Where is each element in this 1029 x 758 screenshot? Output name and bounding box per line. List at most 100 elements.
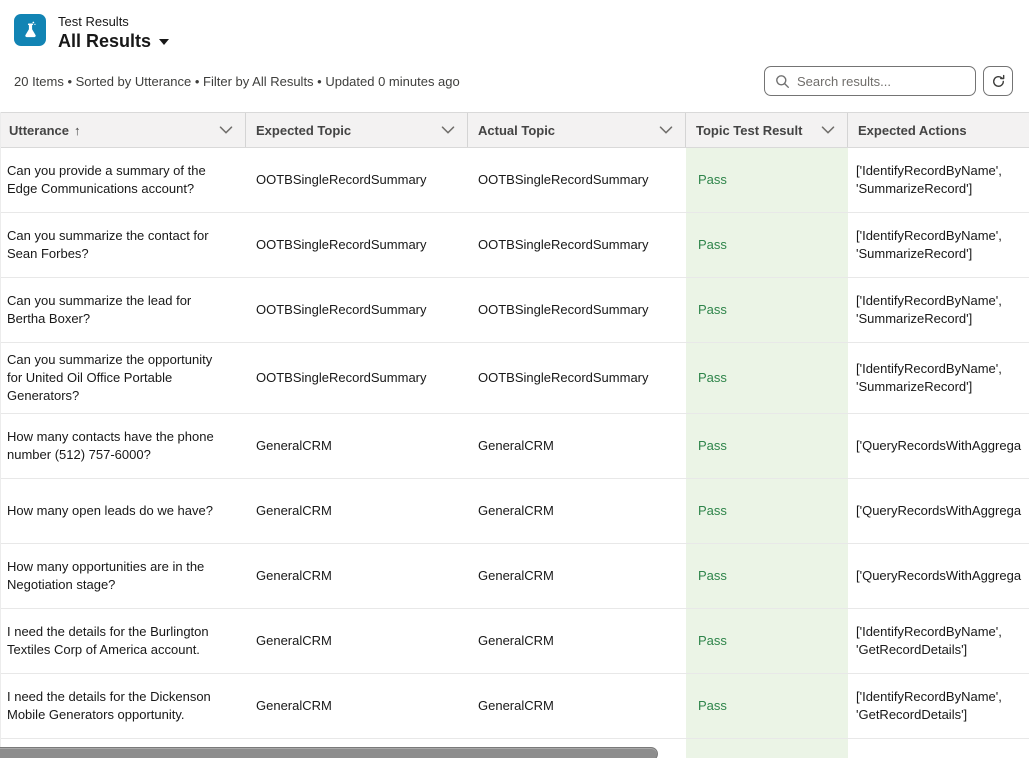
cell-text: GeneralCRM bbox=[478, 632, 554, 650]
expected-actions-cell: ['IdentifyRecordByName', 'SummarizeRecor… bbox=[848, 343, 1029, 413]
table-row: How many opportunities are in the Negoti… bbox=[1, 544, 1029, 609]
cell-text: GeneralCRM bbox=[478, 697, 554, 715]
chevron-down-icon[interactable] bbox=[219, 126, 233, 134]
cell-text: ['QueryRecordsWithAggrega bbox=[856, 502, 1021, 520]
cell-text: GeneralCRM bbox=[478, 502, 554, 520]
cell-text: OOTBSingleRecordSummary bbox=[256, 301, 427, 319]
cell-text: ['IdentifyRecordByName', 'SummarizeRecor… bbox=[856, 292, 1029, 328]
column-header-expected-actions[interactable]: Expected Actions bbox=[848, 113, 1029, 147]
cell-text: GeneralCRM bbox=[478, 567, 554, 585]
topic-test-result-cell: Pass bbox=[686, 343, 848, 413]
expected-actions-cell: ['IdentifyRecordByName', bbox=[848, 739, 1029, 758]
table-row: How many open leads do we have? GeneralCR… bbox=[1, 479, 1029, 544]
cell-text: ['IdentifyRecordByName', 'SummarizeRecor… bbox=[856, 162, 1029, 198]
expected-topic-cell: GeneralCRM bbox=[246, 544, 468, 608]
column-header-actual-topic[interactable]: Actual Topic bbox=[468, 113, 686, 147]
actual-topic-cell: GeneralCRM bbox=[468, 414, 686, 478]
cell-text: OOTBSingleRecordSummary bbox=[478, 301, 649, 319]
expected-actions-cell: ['IdentifyRecordByName', 'GetRecordDetai… bbox=[848, 609, 1029, 673]
cell-text: GeneralCRM bbox=[478, 437, 554, 455]
cell-text: Can you summarize the lead for Bertha Bo… bbox=[7, 292, 222, 328]
chevron-down-icon[interactable] bbox=[441, 126, 455, 134]
topic-test-result-cell: Pass bbox=[686, 278, 848, 342]
table-row: Can you summarize the opportunity for Un… bbox=[1, 343, 1029, 414]
list-view-header: Test Results All Results bbox=[0, 0, 1029, 56]
cell-text: Pass bbox=[698, 502, 727, 520]
actual-topic-cell: GeneralCRM bbox=[468, 479, 686, 543]
cell-text: Can you summarize the contact for Sean F… bbox=[7, 227, 222, 263]
cell-text: Pass bbox=[698, 171, 727, 189]
list-status-text: 20 Items • Sorted by Utterance • Filter … bbox=[14, 74, 460, 89]
cell-text: Can you summarize the opportunity for Un… bbox=[7, 351, 222, 405]
cell-text: GeneralCRM bbox=[256, 697, 332, 715]
cell-text: Pass bbox=[698, 632, 727, 650]
refresh-button[interactable] bbox=[983, 66, 1013, 96]
topic-test-result-cell: Pass bbox=[686, 479, 848, 543]
actual-topic-cell: OOTBSingleRecordSummary bbox=[468, 213, 686, 277]
column-header-topic-test-result[interactable]: Topic Test Result bbox=[686, 113, 848, 147]
cell-text: I need the details for the Burlington Te… bbox=[7, 623, 222, 659]
expected-topic-cell: OOTBSingleRecordSummary bbox=[246, 148, 468, 212]
expected-topic-cell: GeneralCRM bbox=[246, 674, 468, 738]
cell-text: OOTBSingleRecordSummary bbox=[256, 171, 427, 189]
topic-test-result-cell bbox=[686, 739, 848, 758]
cell-text: Pass bbox=[698, 437, 727, 455]
cell-text: ['IdentifyRecordByName', 'GetRecordDetai… bbox=[856, 688, 1029, 724]
table-row: How many contacts have the phone number … bbox=[1, 414, 1029, 479]
table-header-row: Utterance ↑ Expected Topic Actual Topic bbox=[1, 112, 1029, 148]
column-header-utterance[interactable]: Utterance ↑ bbox=[1, 113, 246, 147]
actual-topic-cell: GeneralCRM bbox=[468, 674, 686, 738]
horizontal-scrollbar-thumb[interactable] bbox=[0, 747, 658, 758]
search-icon bbox=[775, 74, 790, 89]
expected-actions-cell: ['QueryRecordsWithAggrega bbox=[848, 479, 1029, 543]
expected-actions-cell: ['IdentifyRecordByName', 'GetRecordDetai… bbox=[848, 674, 1029, 738]
results-table: Utterance ↑ Expected Topic Actual Topic bbox=[0, 112, 1029, 758]
search-input[interactable] bbox=[797, 74, 967, 89]
cell-text: GeneralCRM bbox=[256, 567, 332, 585]
utterance-cell: How many contacts have the phone number … bbox=[1, 414, 246, 478]
expected-topic-cell: OOTBSingleRecordSummary bbox=[246, 213, 468, 277]
utterance-cell: Can you summarize the lead for Bertha Bo… bbox=[1, 278, 246, 342]
search-box bbox=[764, 66, 976, 96]
expected-topic-cell: GeneralCRM bbox=[246, 414, 468, 478]
cell-text: OOTBSingleRecordSummary bbox=[478, 369, 649, 387]
topic-test-result-cell: Pass bbox=[686, 609, 848, 673]
actual-topic-cell: OOTBSingleRecordSummary bbox=[468, 278, 686, 342]
actual-topic-cell: GeneralCRM bbox=[468, 544, 686, 608]
cell-text: ['IdentifyRecordByName', 'SummarizeRecor… bbox=[856, 227, 1029, 263]
column-label: Expected Topic bbox=[256, 123, 351, 138]
cell-text: I need the details for the Dickenson Mob… bbox=[7, 688, 222, 724]
expected-actions-cell: ['IdentifyRecordByName', 'SummarizeRecor… bbox=[848, 148, 1029, 212]
sort-asc-icon: ↑ bbox=[74, 123, 81, 138]
actual-topic-cell: GeneralCRM bbox=[468, 609, 686, 673]
table-row: Can you summarize the contact for Sean F… bbox=[1, 213, 1029, 278]
caret-down-icon bbox=[159, 39, 169, 45]
cell-text: OOTBSingleRecordSummary bbox=[256, 236, 427, 254]
utterance-cell: I need the details for the Burlington Te… bbox=[1, 609, 246, 673]
cell-text: OOTBSingleRecordSummary bbox=[478, 171, 649, 189]
cell-text: ['QueryRecordsWithAggrega bbox=[856, 567, 1021, 585]
actual-topic-cell: OOTBSingleRecordSummary bbox=[468, 343, 686, 413]
expected-topic-cell: GeneralCRM bbox=[246, 609, 468, 673]
topic-test-result-cell: Pass bbox=[686, 213, 848, 277]
utterance-cell: How many open leads do we have? bbox=[1, 479, 246, 543]
column-header-expected-topic[interactable]: Expected Topic bbox=[246, 113, 468, 147]
flask-icon bbox=[14, 14, 46, 46]
expected-topic-cell: OOTBSingleRecordSummary bbox=[246, 343, 468, 413]
chevron-down-icon[interactable] bbox=[659, 126, 673, 134]
list-view-selector[interactable]: All Results bbox=[58, 31, 169, 51]
topic-test-result-cell: Pass bbox=[686, 414, 848, 478]
cell-text: OOTBSingleRecordSummary bbox=[256, 369, 427, 387]
cell-text: ['IdentifyRecordByName', 'GetRecordDetai… bbox=[856, 623, 1029, 659]
table-row: I need the details for the Burlington Te… bbox=[1, 609, 1029, 674]
view-label: All Results bbox=[58, 31, 151, 51]
utterance-cell: How many opportunities are in the Negoti… bbox=[1, 544, 246, 608]
chevron-down-icon[interactable] bbox=[821, 126, 835, 134]
expected-actions-cell: ['QueryRecordsWithAggrega bbox=[848, 414, 1029, 478]
cell-text: ['IdentifyRecordByName', 'SummarizeRecor… bbox=[856, 360, 1029, 396]
column-label: Expected Actions bbox=[858, 123, 967, 138]
table-body: Can you provide a summary of the Edge Co… bbox=[1, 148, 1029, 758]
expected-topic-cell: OOTBSingleRecordSummary bbox=[246, 278, 468, 342]
cell-text: GeneralCRM bbox=[256, 632, 332, 650]
expected-actions-cell: ['IdentifyRecordByName', 'SummarizeRecor… bbox=[848, 278, 1029, 342]
